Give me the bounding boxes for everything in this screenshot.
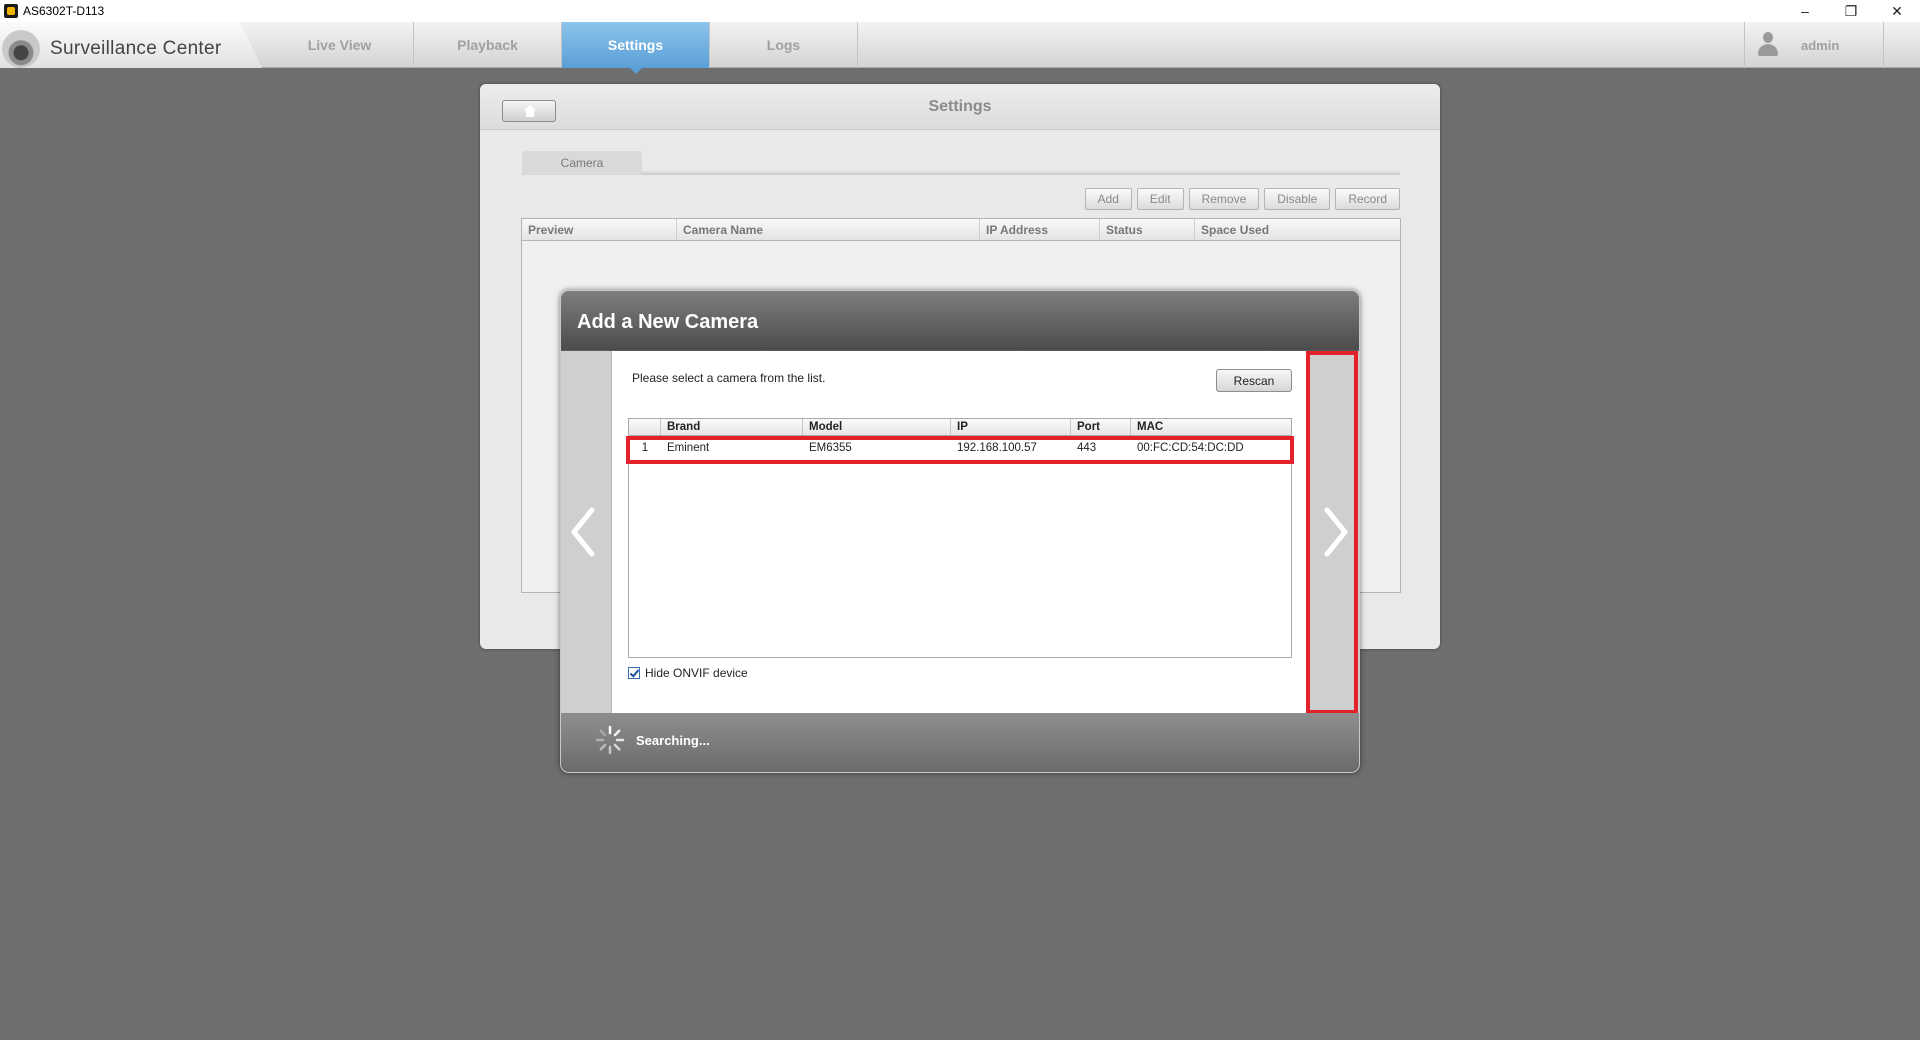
- user-icon: [1757, 32, 1779, 58]
- tab-playback[interactable]: Playback: [414, 22, 562, 68]
- tab-live-view[interactable]: Live View: [266, 22, 414, 68]
- restore-button[interactable]: ❐: [1828, 0, 1874, 22]
- window-controls: – ❐ ✕: [1782, 0, 1920, 22]
- row-port: 443: [1077, 442, 1097, 454]
- column-mac[interactable]: MAC: [1131, 419, 1291, 435]
- row-model: EM6355: [809, 442, 852, 454]
- column-preview[interactable]: Preview: [522, 219, 677, 240]
- tab-logs[interactable]: Logs: [710, 22, 858, 68]
- user-name: admin: [1801, 37, 1840, 53]
- camera-search-list: Brand Model IP Port MAC 1 Eminent EM6355…: [626, 418, 1294, 658]
- hide-onvif-option[interactable]: Hide ONVIF device: [628, 666, 748, 680]
- list-header: Brand Model IP Port MAC: [629, 419, 1291, 436]
- app-header: Surveillance Center Live View Playback S…: [0, 22, 1920, 74]
- add-button[interactable]: Add: [1084, 188, 1132, 210]
- tab-camera[interactable]: Camera: [522, 151, 642, 175]
- home-button[interactable]: [502, 100, 556, 122]
- hide-onvif-checkbox[interactable]: [628, 667, 640, 679]
- dialog-header: Add a New Camera: [561, 291, 1359, 350]
- camera-table-header: Preview Camera Name IP Address Status Sp…: [522, 219, 1400, 241]
- hide-onvif-label: Hide ONVIF device: [645, 666, 748, 680]
- settings-title: Settings: [928, 98, 992, 115]
- close-button[interactable]: ✕: [1874, 0, 1920, 22]
- chevron-left-icon: [571, 507, 595, 557]
- brand: Surveillance Center: [0, 22, 262, 68]
- column-camera-name[interactable]: Camera Name: [677, 219, 980, 240]
- add-camera-dialog: Add a New Camera Please select a camera …: [560, 290, 1360, 773]
- minimize-button[interactable]: –: [1782, 0, 1828, 22]
- window-titlebar: AS6302T-D113 – ❐ ✕: [0, 0, 1920, 22]
- main-nav: Live View Playback Settings Logs: [266, 22, 858, 74]
- dialog-body: Please select a camera from the list. Re…: [612, 351, 1308, 713]
- next-highlight-box: [1306, 351, 1358, 714]
- column-ip-address[interactable]: IP Address: [980, 219, 1100, 240]
- user-menu[interactable]: admin: [1744, 22, 1884, 68]
- disable-button[interactable]: Disable: [1264, 188, 1331, 210]
- column-space-used[interactable]: Space Used: [1195, 219, 1400, 240]
- select-prompt: Please select a camera from the list.: [632, 371, 826, 385]
- column-brand[interactable]: Brand: [661, 419, 803, 435]
- camera-logo-icon: [2, 30, 40, 68]
- row-brand: Eminent: [667, 442, 710, 454]
- edit-button[interactable]: Edit: [1136, 188, 1184, 210]
- app-icon: [4, 4, 18, 18]
- table-row[interactable]: 1 Eminent EM6355 192.168.100.57 443 00:F…: [629, 436, 1291, 460]
- row-index: 1: [641, 442, 649, 454]
- row-ip: 192.168.100.57: [957, 442, 1037, 454]
- column-ip[interactable]: IP: [951, 419, 1071, 435]
- dialog-title: Add a New Camera: [577, 311, 759, 333]
- search-status: Searching...: [636, 733, 710, 748]
- record-button[interactable]: Record: [1335, 188, 1400, 210]
- column-status[interactable]: Status: [1100, 219, 1195, 240]
- settings-header: Settings: [480, 84, 1440, 130]
- rescan-button[interactable]: Rescan: [1216, 369, 1292, 392]
- window-title: AS6302T-D113: [23, 4, 105, 18]
- dialog-footer: Searching...: [561, 713, 1359, 772]
- row-mac: 00:FC:CD:54:DC:DD: [1137, 442, 1244, 454]
- previous-button[interactable]: [561, 351, 612, 713]
- app-name: Surveillance Center: [50, 38, 222, 59]
- tab-divider: [642, 170, 1400, 175]
- loading-spinner-icon: [595, 725, 625, 755]
- tab-settings[interactable]: Settings: [562, 22, 710, 74]
- column-port[interactable]: Port: [1071, 419, 1131, 435]
- camera-toolbar: Add Edit Remove Disable Record: [1084, 188, 1400, 210]
- column-model[interactable]: Model: [803, 419, 951, 435]
- column-index: [629, 419, 661, 435]
- remove-button[interactable]: Remove: [1188, 188, 1260, 210]
